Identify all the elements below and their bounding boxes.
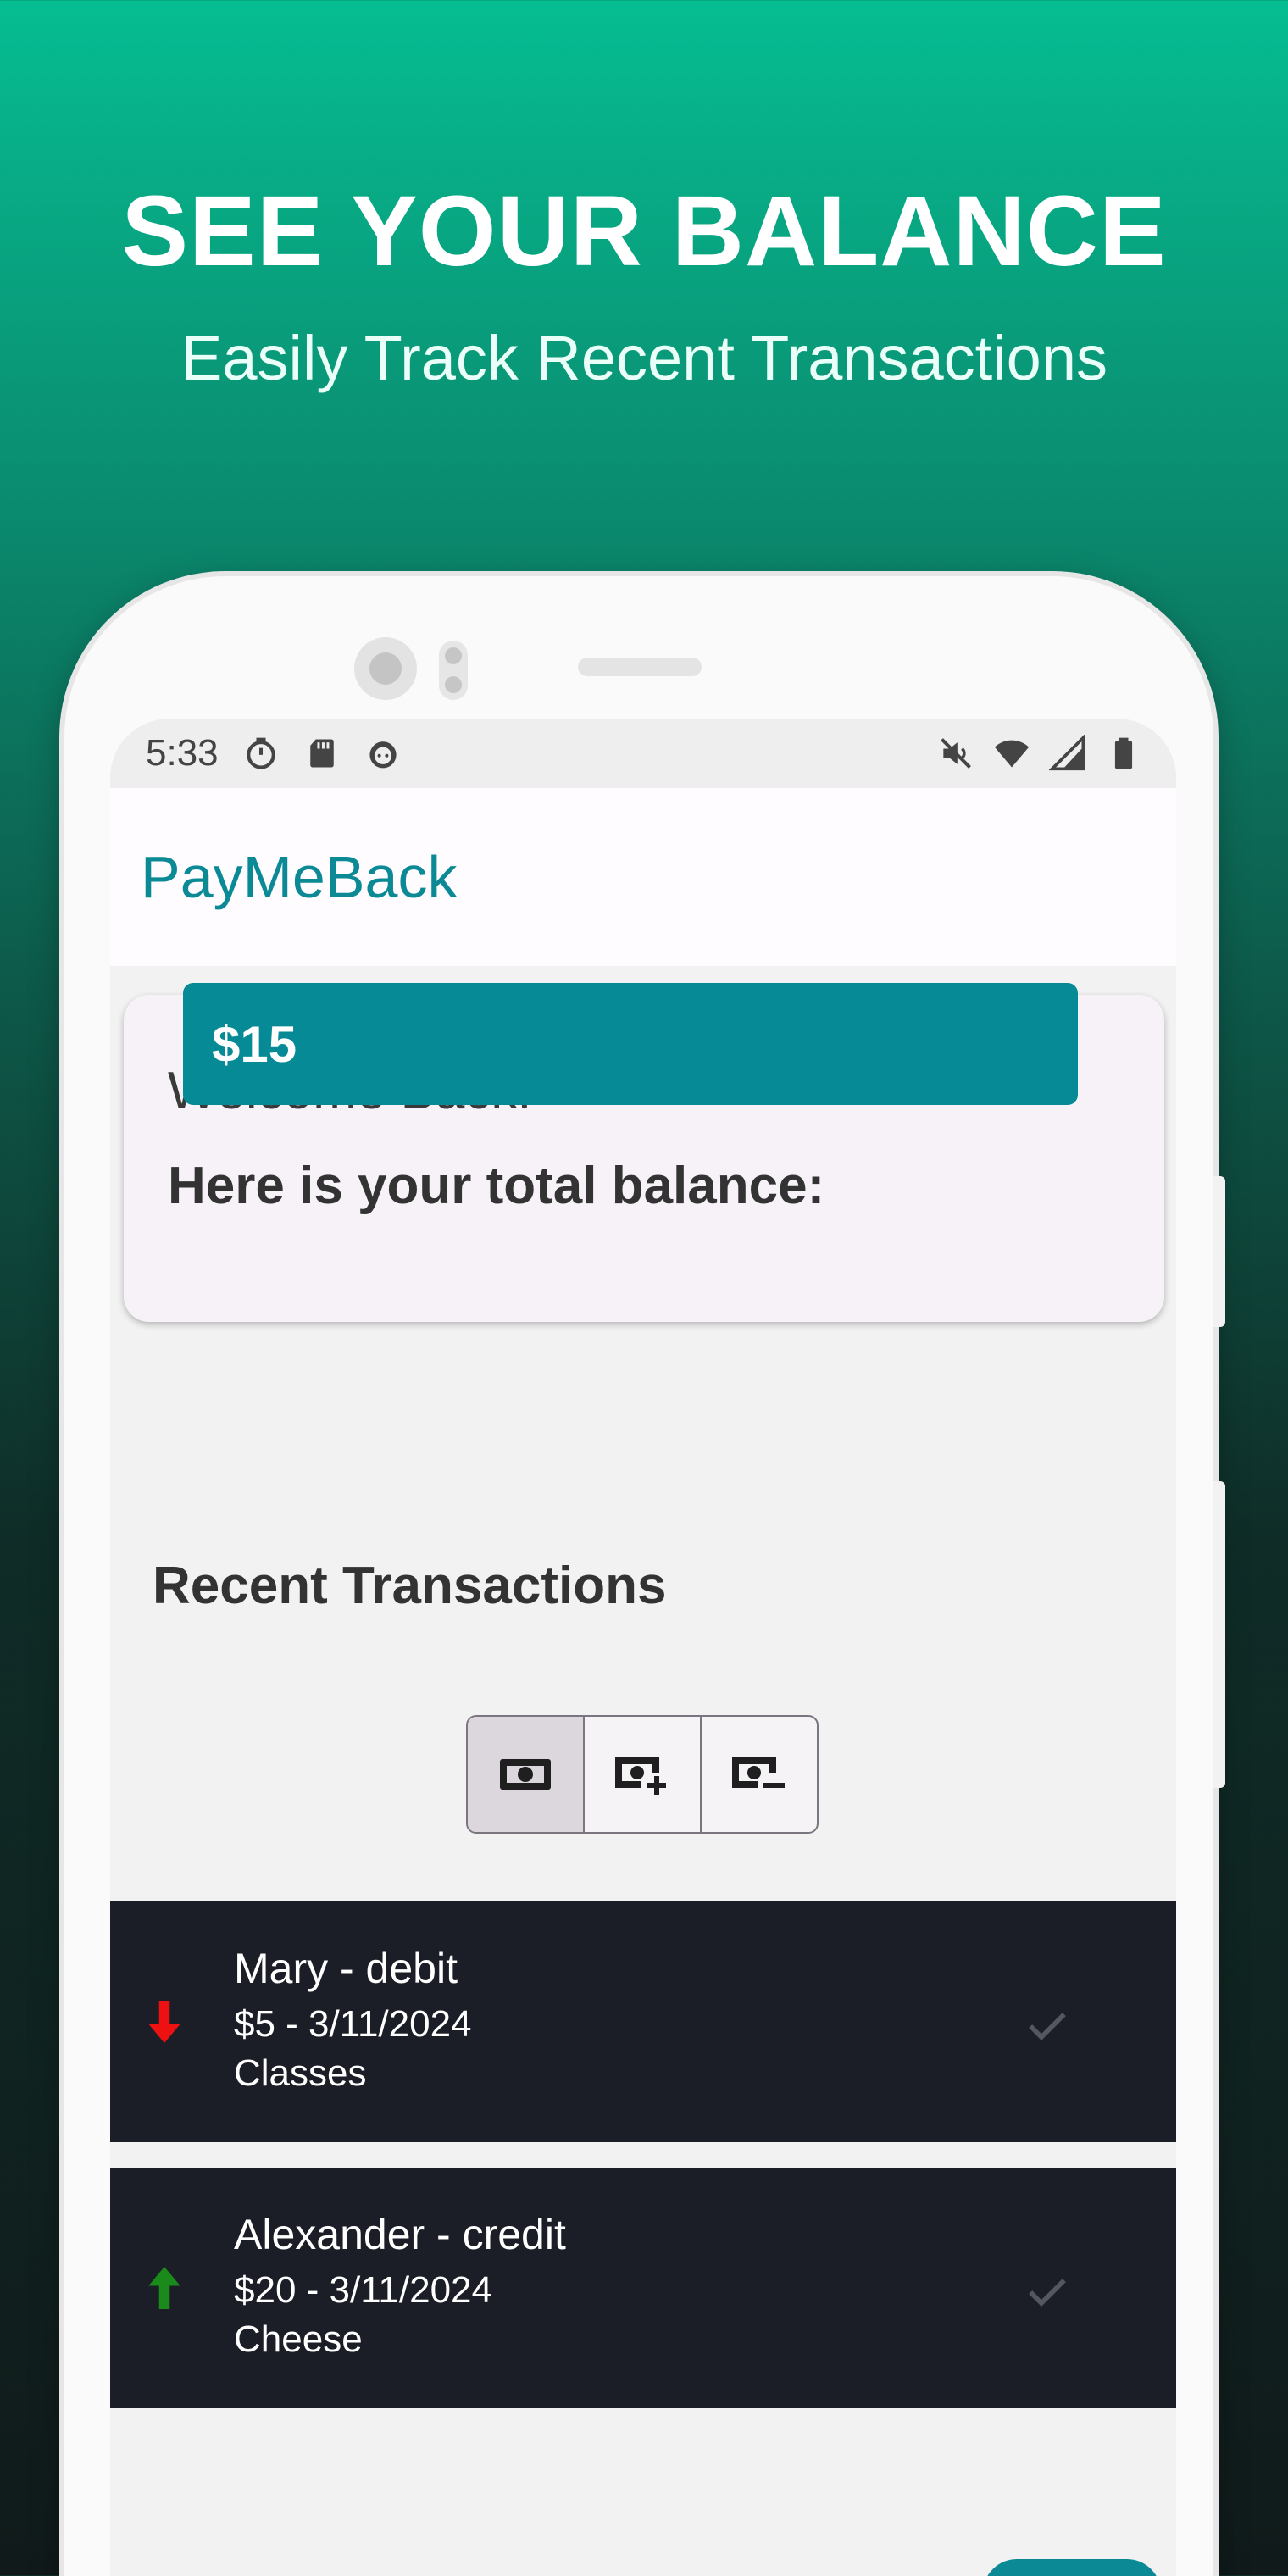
android-face-icon (369, 741, 397, 769)
promo-title: SEE YOUR BALANCE (121, 175, 1167, 287)
transaction-note: Classes (234, 2052, 367, 2094)
transaction-amount-date: $20 - 3/11/2024 (234, 2269, 492, 2311)
transaction-amount-date: $5 - 3/11/2024 (234, 2003, 472, 2045)
proximity-sensor (439, 641, 468, 700)
signal-icon (1049, 735, 1085, 771)
floating-action-button[interactable] (983, 2559, 1161, 2576)
earpiece-speaker (578, 658, 702, 676)
arrow-down-icon (148, 2001, 180, 2043)
cash-plus-icon (615, 1757, 666, 1795)
recent-transactions-title: Recent Transactions (153, 1557, 667, 1615)
timer-icon (246, 737, 275, 769)
balance-amount: $15 (183, 983, 1078, 1105)
transaction-filter-group (466, 1715, 819, 1834)
transaction-note: Cheese (234, 2318, 363, 2360)
cash-minus-icon (732, 1757, 785, 1788)
wifi-icon (994, 740, 1030, 768)
front-camera (354, 637, 417, 700)
transaction-item[interactable]: Mary - debit $5 - 3/11/2024 Classes (110, 1901, 1176, 2142)
transaction-name: Alexander - credit (234, 2211, 566, 2258)
balance-label: Here is your total balance: (168, 1157, 825, 1215)
sd-card-icon (309, 739, 334, 768)
app-title: PayMeBack (141, 844, 458, 910)
arrow-up-icon (148, 2267, 180, 2309)
phone-volume-button (1213, 1176, 1225, 1327)
status-time: 5:33 (146, 732, 219, 774)
promo-subtitle: Easily Track Recent Transactions (180, 323, 1108, 393)
mute-icon (941, 738, 971, 769)
filter-credit-button[interactable] (585, 1717, 702, 1832)
filter-debit-button[interactable] (702, 1717, 817, 1832)
cash-icon (500, 1759, 551, 1790)
filter-all-button[interactable] (468, 1717, 585, 1832)
phone-power-button (1213, 1481, 1225, 1788)
transaction-name: Mary - debit (234, 1945, 458, 1992)
transaction-item[interactable]: Alexander - credit $20 - 3/11/2024 Chees… (110, 2168, 1176, 2408)
battery-icon (1114, 737, 1133, 769)
app-bar: PayMeBack (110, 788, 1176, 966)
check-icon[interactable] (1024, 2001, 1071, 2049)
status-bar: 5:33 (110, 719, 1176, 788)
check-icon[interactable] (1024, 2268, 1071, 2315)
phone-screen: 5:33 PayMeBack Welcome Back! Here is you… (110, 719, 1176, 2576)
